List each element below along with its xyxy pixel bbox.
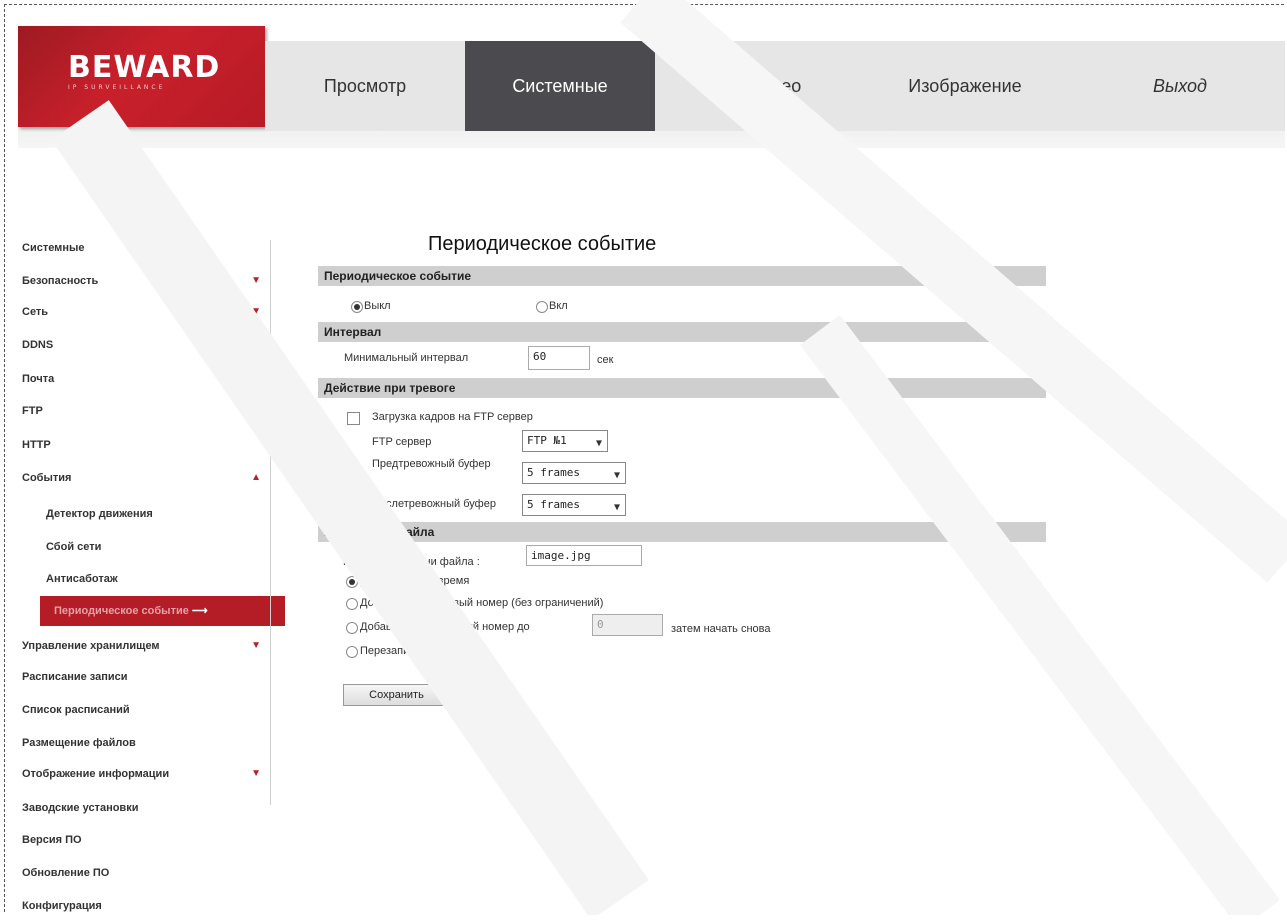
post-buffer-select[interactable]: 5 frames ▼ [522, 494, 626, 516]
sidebar-item-label: Почта [22, 373, 55, 385]
nav-image[interactable]: Изображение [875, 41, 1055, 131]
sidebar-item-file-location[interactable]: Размещение файлов [22, 728, 267, 758]
chevron-down-icon: ▼ [251, 306, 261, 317]
nav-logout[interactable]: Выход [1105, 41, 1255, 131]
sidebar-item-mail[interactable]: Почта [22, 364, 267, 394]
sidebar-item-label: Сеть [22, 306, 49, 318]
radio-overwrite[interactable] [346, 646, 358, 658]
ftp-upload-label: Загрузка кадров на FTP сервер [372, 411, 533, 423]
sidebar-item-label: Конфигурация [22, 900, 102, 912]
chevron-down-icon: ▼ [595, 438, 602, 449]
file-name-label: Параметры имени файла : [343, 556, 480, 568]
min-interval-input[interactable]: 60 [528, 346, 590, 370]
sidebar-item-label: Список расписаний [22, 704, 130, 716]
sidebar-item-network[interactable]: Сеть ▼ [22, 297, 267, 327]
logo-subtitle: IP SURVEILLANCE [68, 84, 166, 91]
sidebar-item-schedule-list[interactable]: Список расписаний [22, 695, 267, 725]
sidebar-item-label: FTP [22, 405, 43, 417]
page-title: Периодическое событие [428, 233, 657, 255]
section-header-event: Периодическое событие [318, 266, 1046, 286]
sidebar-item-label: Сбой сети [46, 541, 102, 553]
opt-overwrite-label: Перезаписывать файл [360, 645, 476, 657]
radio-off[interactable] [351, 301, 363, 313]
nav-view[interactable]: Просмотр [265, 41, 465, 131]
opt-seq-upto-label: Добавлять порядковый номер до [360, 621, 530, 633]
sidebar-item-label: Антисаботаж [46, 573, 118, 585]
nav-video[interactable]: Видео [705, 41, 845, 131]
pre-buffer-select[interactable]: 5 frames ▼ [522, 462, 626, 484]
post-buffer-label: Послетревожный буфер [372, 498, 496, 510]
sidebar-item-ftp[interactable]: FTP [22, 396, 267, 426]
chevron-down-icon: ▼ [251, 768, 261, 779]
sidebar-item-label: Безопасность [22, 275, 99, 287]
ftp-upload-checkbox[interactable] [347, 412, 360, 425]
sidebar-item-tamper[interactable]: Антисаботаж [46, 564, 267, 594]
section-header-interval: Интервал [318, 322, 1046, 342]
radio-on[interactable] [536, 301, 548, 313]
sidebar-item-firmware-update[interactable]: Обновление ПО [22, 858, 267, 888]
chevron-down-icon: ▼ [251, 275, 261, 286]
radio-off-label: Выкл [364, 300, 391, 312]
sidebar-item-events[interactable]: События ▲ [22, 463, 267, 493]
ftp-server-value: FTP №1 [527, 434, 567, 447]
sidebar-item-system[interactable]: Системные [22, 233, 267, 263]
sidebar-item-configuration[interactable]: Конфигурация [22, 891, 267, 921]
chevron-down-icon: ▼ [613, 502, 620, 513]
sidebar-item-factory-defaults[interactable]: Заводские установки [22, 793, 267, 823]
seq-upto-input[interactable]: 0 [592, 614, 663, 636]
sidebar-item-security[interactable]: Безопасность ▼ [22, 266, 267, 296]
pre-buffer-value: 5 frames [527, 466, 580, 479]
save-button[interactable]: Сохранить [343, 684, 450, 706]
sidebar-item-label: Расписание записи [22, 671, 128, 683]
interval-unit: сек [597, 354, 614, 366]
sidebar-item-label: События [22, 472, 72, 484]
sidebar-item-label: DDNS [22, 339, 54, 351]
section-header-alarm-action: Действие при тревоге [318, 378, 1046, 398]
sidebar-item-record-schedule[interactable]: Расписание записи [22, 662, 267, 692]
file-name-input[interactable]: image.jpg [526, 545, 642, 566]
sidebar-item-network-failure[interactable]: Сбой сети [46, 532, 267, 562]
radio-on-label: Вкл [549, 300, 568, 312]
chevron-down-icon: ▼ [251, 640, 261, 651]
sidebar-item-label: Управление хранилищем [22, 640, 160, 652]
sidebar-item-ddns[interactable]: DDNS [22, 330, 267, 360]
ftp-server-label: FTP сервер [372, 436, 432, 448]
radio-seq-unlimited[interactable] [346, 598, 358, 610]
sidebar-item-label: Обновление ПО [22, 867, 110, 879]
arrow-right-icon: ⟶ [191, 605, 208, 617]
logo-text: BEWARD [68, 50, 221, 85]
sidebar-item-label: Системные [22, 242, 85, 254]
min-interval-label: Минимальный интервал [344, 352, 469, 364]
sidebar-item-label: Заводские установки [22, 802, 139, 814]
top-nav: Просмотр Системные Видео Изображение Вых… [265, 41, 1285, 131]
sidebar-item-label: HTTP [22, 439, 51, 451]
sidebar-item-label: Детектор движения [46, 508, 153, 520]
sidebar-item-label: Периодическое событие [54, 605, 189, 617]
sidebar-item-motion-detector[interactable]: Детектор движения [46, 499, 267, 529]
radio-seq-upto[interactable] [346, 622, 358, 634]
sidebar-item-storage[interactable]: Управление хранилищем ▼ [22, 631, 267, 661]
brand-logo[interactable]: BEWARD IP SURVEILLANCE [18, 26, 265, 127]
opt-seq-upto-suffix: затем начать снова [671, 623, 771, 635]
chevron-down-icon: ▼ [613, 470, 620, 481]
nav-system[interactable]: Системные [465, 41, 655, 131]
sidebar-item-label: Отображение информации [22, 768, 170, 780]
sidebar-item-info-display[interactable]: Отображение информации ▼ [22, 759, 267, 789]
sidebar-item-label: Версия ПО [22, 834, 82, 846]
sidebar-item-http[interactable]: HTTP [22, 430, 267, 460]
pre-buffer-label: Предтревожный буфер [372, 458, 491, 470]
chevron-up-icon: ▲ [251, 472, 261, 483]
sidebar-item-firmware-version[interactable]: Версия ПО [22, 825, 267, 855]
sidebar-item-label: Размещение файлов [22, 737, 136, 749]
ftp-server-select[interactable]: FTP №1 ▼ [522, 430, 608, 452]
post-buffer-value: 5 frames [527, 498, 580, 511]
sidebar-divider [270, 240, 271, 805]
opt-seq-unlimited-label: Добавить порядковый номер (без ограничен… [360, 597, 604, 609]
header: BEWARD IP SURVEILLANCE Просмотр Системны… [18, 26, 1285, 148]
section-header-file-params: Параметры файла [318, 522, 1046, 542]
sidebar-item-periodic-event[interactable]: Периодическое событие ⟶ [40, 596, 285, 626]
opt-datetime-label: Добавить дату/время [360, 575, 470, 587]
radio-datetime[interactable] [346, 576, 358, 588]
